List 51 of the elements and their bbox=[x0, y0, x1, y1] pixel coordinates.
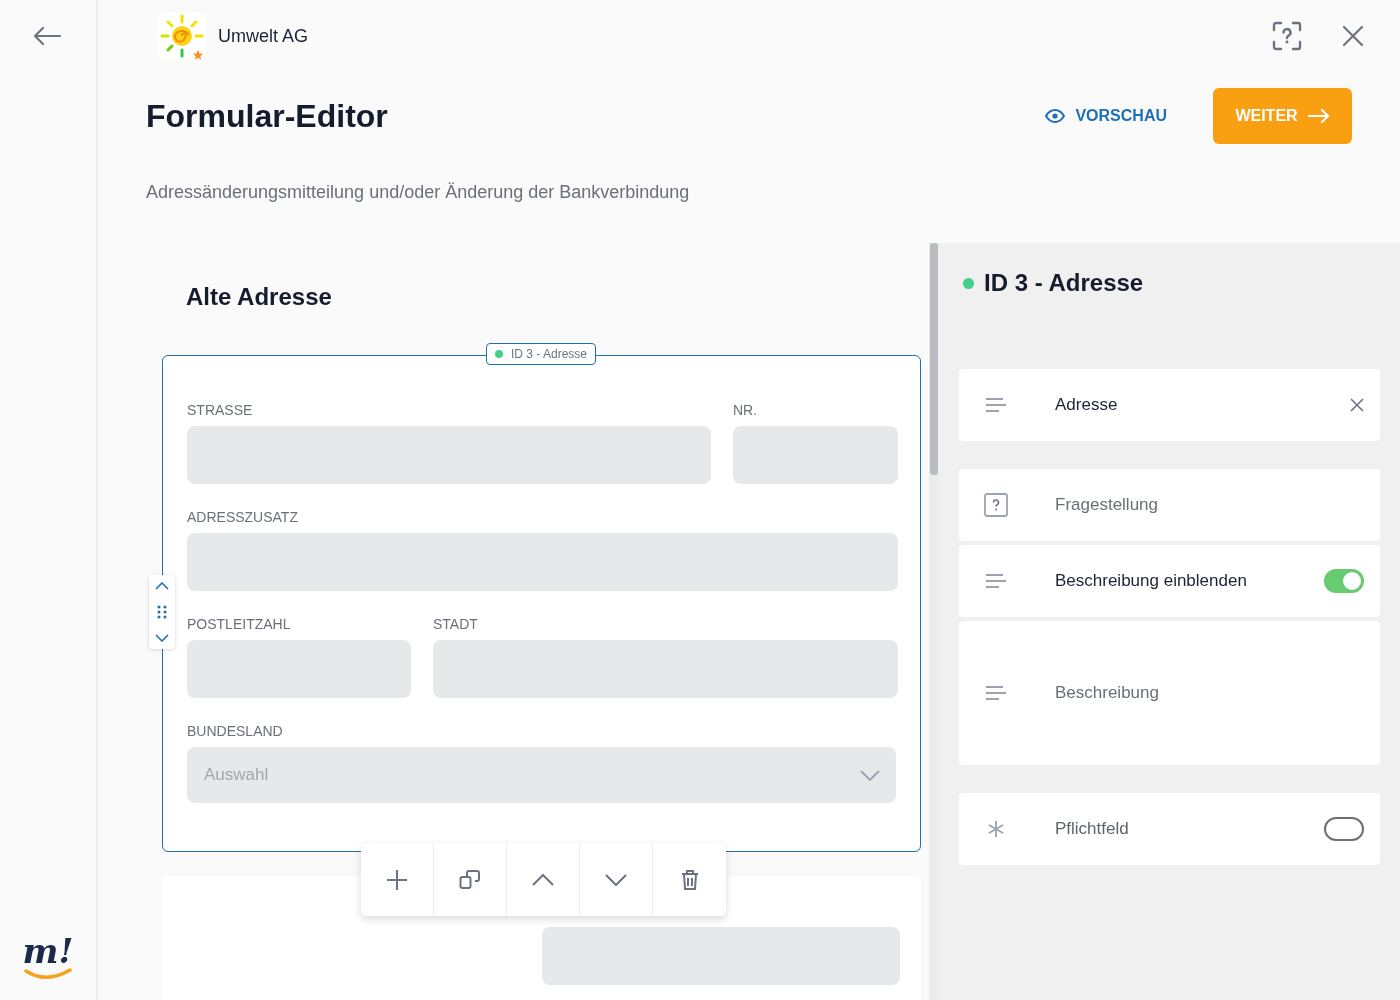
arrow-right-icon bbox=[1307, 109, 1330, 123]
input-field[interactable] bbox=[187, 426, 711, 484]
text-lines-icon bbox=[984, 398, 1008, 412]
drag-dots-icon[interactable] bbox=[157, 605, 167, 619]
page-title: Formular-Editor bbox=[146, 97, 389, 135]
field-label: STRASSE bbox=[187, 402, 254, 418]
toggle-label: Pflichtfeld bbox=[1055, 819, 1129, 839]
placeholder-text: Beschreibung bbox=[1055, 683, 1159, 703]
panel-title: ID 3 - Adresse bbox=[984, 269, 1144, 297]
toggle-label: Beschreibung einblenden bbox=[1055, 571, 1247, 591]
close-icon[interactable] bbox=[1342, 25, 1364, 47]
smile-icon bbox=[24, 968, 72, 982]
input-field[interactable] bbox=[433, 640, 898, 698]
input-field[interactable] bbox=[187, 640, 411, 698]
field-label: BUNDESLAND bbox=[187, 723, 284, 739]
input-field[interactable] bbox=[733, 426, 898, 484]
scrollbar[interactable] bbox=[929, 243, 939, 1000]
placeholder-text: Fragestellung bbox=[1055, 495, 1158, 515]
chevron-down-icon[interactable] bbox=[155, 633, 169, 642]
eye-icon bbox=[1045, 109, 1066, 123]
company-name: Umwelt AG bbox=[218, 25, 309, 47]
text-lines-icon bbox=[984, 574, 1008, 588]
status-dot bbox=[963, 277, 974, 289]
preview-button[interactable]: VORSCHAU bbox=[1039, 106, 1173, 126]
sun-logo-icon bbox=[158, 12, 206, 60]
settings-row[interactable]: Beschreibung einblenden bbox=[959, 545, 1380, 617]
question-icon bbox=[984, 493, 1008, 517]
back-arrow-icon[interactable] bbox=[32, 26, 62, 46]
app-logo-text: m! bbox=[22, 934, 74, 968]
toggle-switch[interactable] bbox=[1324, 569, 1364, 593]
text-lines-icon bbox=[984, 686, 1008, 700]
block-side-handle[interactable] bbox=[149, 575, 175, 649]
field-label: STADT bbox=[433, 616, 479, 632]
help-icon[interactable] bbox=[1272, 21, 1302, 51]
field-label: NR. bbox=[733, 402, 759, 418]
title-value: Adresse bbox=[1055, 395, 1118, 415]
chevron-down-icon bbox=[860, 769, 880, 781]
input-field[interactable] bbox=[187, 533, 898, 591]
field-label: ADRESSZUSATZ bbox=[187, 509, 299, 525]
settings-row[interactable]: Beschreibung bbox=[959, 621, 1380, 765]
section-title: Alte Adresse bbox=[186, 283, 333, 311]
settings-row[interactable]: Adresse bbox=[959, 369, 1380, 441]
form-subtitle: Adressänderungsmitteilung und/oder Änderung der Bankverbindung bbox=[146, 182, 691, 203]
toggle-switch[interactable] bbox=[1324, 817, 1364, 841]
settings-row[interactable]: Fragestellung bbox=[959, 469, 1380, 541]
clear-icon[interactable] bbox=[1350, 398, 1364, 412]
input-field[interactable] bbox=[542, 927, 900, 985]
status-dot bbox=[495, 350, 503, 358]
field-label: POSTLEITZAHL bbox=[187, 616, 292, 632]
chevron-up-icon[interactable] bbox=[155, 582, 169, 591]
settings-row[interactable]: Pflichtfeld bbox=[959, 793, 1380, 865]
